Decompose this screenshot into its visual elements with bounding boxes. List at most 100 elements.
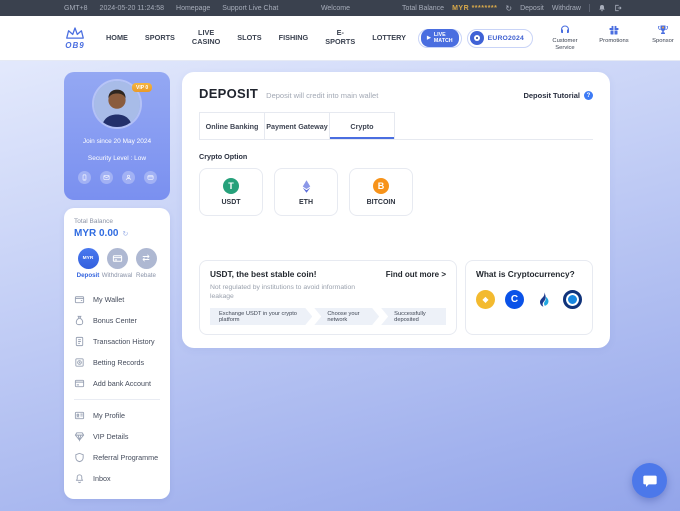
wallet-icon xyxy=(74,294,85,305)
live-chat-button[interactable] xyxy=(632,463,667,498)
sponsor-button[interactable]: Sponsor xyxy=(645,24,680,45)
wallet-actions: MYR Deposit Withdrawal ⇄ Rebate xyxy=(74,248,160,279)
crown-logo-icon xyxy=(64,26,86,41)
option-bitcoin[interactable]: B BITCOIN xyxy=(349,168,413,216)
withdraw-card-icon xyxy=(112,253,123,264)
document-icon xyxy=(74,336,85,347)
email-verify-button[interactable] xyxy=(100,171,113,184)
homepage-link[interactable]: Homepage xyxy=(176,5,210,12)
refresh-balance-icon[interactable]: ↻ xyxy=(505,4,512,13)
option-eth[interactable]: ETH xyxy=(274,168,338,216)
support-live-chat-link[interactable]: Support Live Chat xyxy=(222,5,278,12)
trophy-icon xyxy=(657,24,669,36)
welcome-text: Welcome xyxy=(321,5,350,12)
sidebar-item-my-profile[interactable]: My Profile xyxy=(74,405,160,426)
crypto-info-title: What is Cryptocurrency? xyxy=(476,269,582,279)
refresh-amount-icon[interactable]: ↻ xyxy=(122,230,128,238)
rebate-swap-icon: ⇄ xyxy=(142,253,150,264)
sidebar-item-transaction-history[interactable]: Transaction History xyxy=(74,331,160,352)
main-navbar: OB9 HOME SPORTS LIVE CASINO SLOTS FISHIN… xyxy=(0,16,680,60)
phone-icon xyxy=(81,174,88,181)
deposit-action-label: Deposit xyxy=(77,272,100,279)
crypto-option-label: Crypto Option xyxy=(199,152,593,161)
nav-item-slots[interactable]: SLOTS xyxy=(237,34,261,43)
mail-icon xyxy=(103,174,110,181)
live-match-button[interactable]: ▶ LIVE MATCH xyxy=(418,29,462,48)
add-card-icon xyxy=(74,378,85,389)
withdrawal-action-label: Withdrawal xyxy=(102,272,133,279)
menu-label: Inbox xyxy=(93,474,111,483)
euro2024-button[interactable]: EURO2024 xyxy=(467,29,533,48)
timezone: GMT+8 xyxy=(64,5,88,12)
sidebar-item-vip-details[interactable]: VIP Details xyxy=(74,426,160,447)
phone-verify-button[interactable] xyxy=(78,171,91,184)
find-out-more-link[interactable]: Find out more > xyxy=(386,270,446,279)
sponsor-label: Sponsor xyxy=(652,38,674,45)
brand-logo[interactable]: OB9 xyxy=(64,26,86,50)
option-usdt[interactable]: T USDT xyxy=(199,168,263,216)
notification-bell-icon[interactable] xyxy=(598,4,606,12)
euro2024-label: EURO2024 xyxy=(488,35,524,42)
total-balance-label: Total Balance xyxy=(402,5,444,12)
tab-crypto[interactable]: Crypto xyxy=(329,112,395,139)
promotions-label: Promotions xyxy=(599,38,628,45)
sidebar-item-inbox[interactable]: Inbox xyxy=(74,468,160,489)
balance-amount: MYR 0.00 xyxy=(74,228,118,239)
profile-card: VIP 0 Join since 20 May 2024 Security Le… xyxy=(64,72,170,200)
nav-item-live-casino[interactable]: LIVE CASINO xyxy=(192,29,220,47)
sidebar-item-referral-programme[interactable]: Referral Programme xyxy=(74,447,160,468)
withdrawal-action-button[interactable]: Withdrawal xyxy=(102,248,132,279)
id-card-icon xyxy=(74,410,85,421)
nav-item-sports[interactable]: SPORTS xyxy=(145,34,175,43)
brand-logo-text: OB9 xyxy=(65,41,84,50)
sidebar-item-add-bank-account[interactable]: Add bank Account xyxy=(74,373,160,394)
diamond-icon xyxy=(74,431,85,442)
tab-payment-gateway[interactable]: Payment Gateway xyxy=(264,112,330,139)
menu-label: Betting Records xyxy=(93,358,144,367)
menu-label: Bonus Center xyxy=(93,316,137,325)
sidebar-item-betting-records[interactable]: Betting Records xyxy=(74,352,160,373)
money-bag-icon xyxy=(74,315,85,326)
usdt-coin-icon: T xyxy=(223,178,239,194)
menu-label: Add bank Account xyxy=(93,379,151,388)
deposit-tutorial-link[interactable]: Deposit Tutorial ? xyxy=(523,91,593,100)
user-icon xyxy=(125,174,132,181)
sidebar-item-my-wallet[interactable]: My Wallet xyxy=(74,289,160,310)
menu-label: My Wallet xyxy=(93,295,124,304)
tab-online-banking[interactable]: Online Banking xyxy=(199,112,265,139)
sidebar-item-bonus-center[interactable]: Bonus Center xyxy=(74,310,160,331)
nav-item-esports[interactable]: E-SPORTS xyxy=(325,29,355,47)
customer-service-button[interactable]: Customer Service xyxy=(547,24,583,52)
deposit-action-button[interactable]: MYR Deposit xyxy=(74,248,102,279)
usdt-info-card: USDT, the best stable coin! Find out mor… xyxy=(199,260,457,335)
page-subtitle: Deposit will credit into main wallet xyxy=(266,91,378,100)
topbar-divider xyxy=(589,4,590,12)
logout-icon[interactable] xyxy=(614,4,622,12)
inbox-bell-icon xyxy=(74,473,85,484)
menu-label: Referral Programme xyxy=(93,453,158,462)
nav-item-fishing[interactable]: FISHING xyxy=(279,34,309,43)
menu-label: Transaction History xyxy=(93,337,155,346)
records-clock-icon xyxy=(74,357,85,368)
topbar-withdraw-link[interactable]: Withdraw xyxy=(552,5,581,12)
bitcoin-coin-icon: B xyxy=(373,178,389,194)
topbar-deposit-link[interactable]: Deposit xyxy=(520,5,544,12)
join-since-text: Join since 20 May 2024 xyxy=(83,138,151,145)
profile-verify-button[interactable] xyxy=(122,171,135,184)
nav-menu: HOME SPORTS LIVE CASINO SLOTS FISHING E-… xyxy=(106,29,406,47)
customer-service-label: Customer Service xyxy=(547,38,583,52)
deposit-myr-icon: MYR xyxy=(78,248,99,269)
card-verify-button[interactable] xyxy=(144,171,157,184)
crypto-ring-icon xyxy=(563,290,582,309)
promotions-button[interactable]: Promotions xyxy=(596,24,632,45)
deposit-tabs: Online Banking Payment Gateway Crypto xyxy=(199,112,593,140)
play-icon: ▶ xyxy=(427,35,431,41)
usdt-steps: Exchange USDT in your crypto platform Ch… xyxy=(210,308,446,325)
headset-icon xyxy=(559,24,571,36)
huobi-icon xyxy=(534,290,553,309)
nav-item-lottery[interactable]: LOTTERY xyxy=(372,34,406,43)
screen: GMT+8 2024-05-20 11:24:58 Homepage Suppo… xyxy=(0,0,680,511)
nav-item-home[interactable]: HOME xyxy=(106,34,128,43)
menu-label: VIP Details xyxy=(93,432,128,441)
rebate-action-button[interactable]: ⇄ Rebate xyxy=(132,248,160,279)
